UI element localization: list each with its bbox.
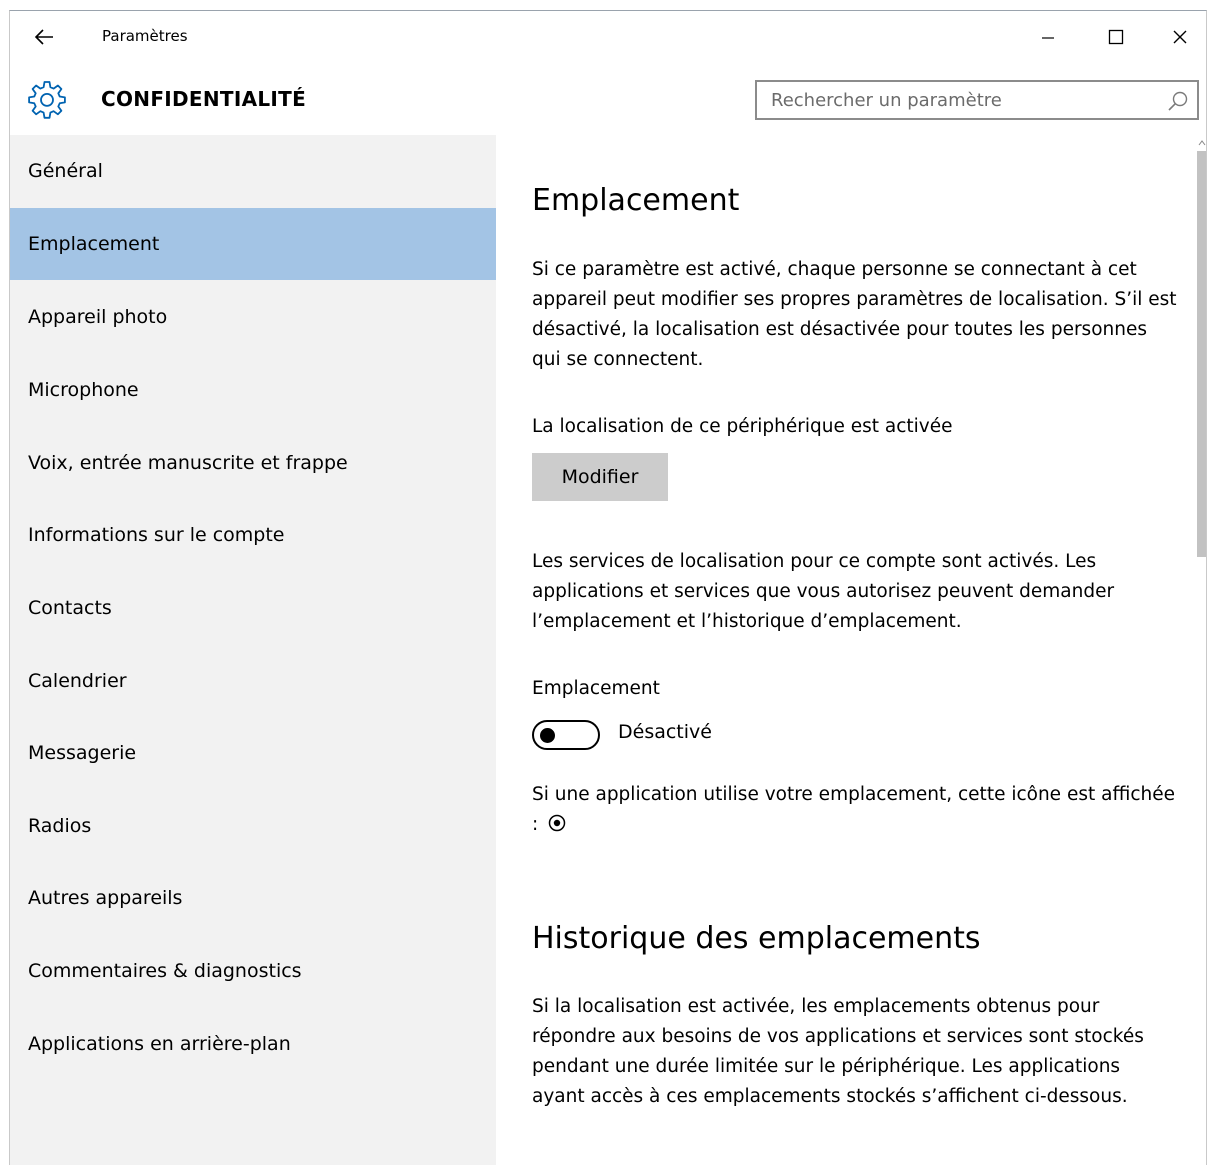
vertical-scrollbar[interactable] xyxy=(1196,135,1206,1165)
search-icon[interactable] xyxy=(1167,90,1189,112)
sidebar-item-radios[interactable]: Radios xyxy=(10,790,496,862)
sidebar-item-label: Informations sur le compte xyxy=(28,524,285,546)
gear-icon xyxy=(28,81,66,119)
sidebar-item-label: Autres appareils xyxy=(28,887,183,909)
scroll-up-arrow-icon[interactable] xyxy=(1198,139,1206,147)
search-placeholder: Rechercher un paramètre xyxy=(771,90,1002,111)
sidebar-item-general[interactable]: Général xyxy=(10,135,496,207)
sidebar-item-calendrier[interactable]: Calendrier xyxy=(10,645,496,717)
sidebar-item-emplacement[interactable]: Emplacement xyxy=(10,208,496,280)
sidebar-item-label: Commentaires & diagnostics xyxy=(28,960,302,982)
close-button[interactable] xyxy=(1157,19,1203,55)
sidebar-item-label: Appareil photo xyxy=(28,306,168,328)
sidebar-item-informations-compte[interactable]: Informations sur le compte xyxy=(10,499,496,571)
app-title: Paramètres xyxy=(102,27,188,45)
sidebar-item-label: Voix, entrée manuscrite et frappe xyxy=(28,452,348,474)
sidebar-item-voix[interactable]: Voix, entrée manuscrite et frappe xyxy=(10,427,496,499)
sidebar-item-autres-appareils[interactable]: Autres appareils xyxy=(10,862,496,934)
section-title-historique: Historique des emplacements xyxy=(532,921,981,956)
device-location-status: La localisation de ce périphérique est a… xyxy=(532,416,953,437)
settings-window: Paramètres CONFIDENTIALITÉ Rechercher un… xyxy=(9,10,1207,1165)
close-icon xyxy=(1173,30,1187,44)
back-arrow-icon xyxy=(34,29,53,45)
minimize-button[interactable] xyxy=(1025,19,1071,55)
sidebar-item-applications-arriere-plan[interactable]: Applications en arrière-plan xyxy=(10,1008,496,1080)
location-toggle-title: Emplacement xyxy=(532,678,660,699)
page-header: CONFIDENTIALITÉ Rechercher un paramètre xyxy=(10,63,1206,135)
search-input[interactable]: Rechercher un paramètre xyxy=(755,80,1199,120)
title-bar: Paramètres xyxy=(10,11,1206,63)
sidebar-item-label: Applications en arrière-plan xyxy=(28,1033,291,1055)
history-description: Si la localisation est activée, les empl… xyxy=(532,996,1144,1107)
section-description: Si ce paramètre est activé, chaque perso… xyxy=(532,259,1177,370)
scrollbar-thumb[interactable] xyxy=(1197,151,1206,557)
sidebar-item-microphone[interactable]: Microphone xyxy=(10,354,496,426)
maximize-button[interactable] xyxy=(1093,19,1139,55)
location-icon-note: Si une application utilise votre emplace… xyxy=(532,780,1177,840)
sidebar-item-label: Messagerie xyxy=(28,742,137,764)
location-indicator-icon xyxy=(548,814,566,832)
account-location-description: Les services de localisation pour ce com… xyxy=(532,551,1115,632)
sidebar-nav: Général Emplacement Appareil photo Micro… xyxy=(10,135,496,1165)
location-toggle[interactable] xyxy=(532,720,600,750)
modify-button[interactable]: Modifier xyxy=(532,453,668,501)
sidebar-item-appareil-photo[interactable]: Appareil photo xyxy=(10,281,496,353)
sidebar-item-label: Calendrier xyxy=(28,670,127,692)
icon-note-text: Si une application utilise votre emplace… xyxy=(532,784,1175,835)
sidebar-item-label: Emplacement xyxy=(28,233,160,255)
sidebar-item-messagerie[interactable]: Messagerie xyxy=(10,717,496,789)
sidebar-item-label: Général xyxy=(28,160,103,182)
sidebar-item-label: Contacts xyxy=(28,597,112,619)
page-title: CONFIDENTIALITÉ xyxy=(101,87,307,111)
back-button[interactable] xyxy=(22,21,66,53)
sidebar-item-label: Radios xyxy=(28,815,92,837)
maximize-icon xyxy=(1108,29,1124,45)
section-title-emplacement: Emplacement xyxy=(532,183,740,218)
toggle-knob xyxy=(540,728,555,743)
sidebar-item-contacts[interactable]: Contacts xyxy=(10,572,496,644)
minimize-icon xyxy=(1042,37,1054,39)
sidebar-item-commentaires[interactable]: Commentaires & diagnostics xyxy=(10,935,496,1007)
sidebar-item-label: Microphone xyxy=(28,379,139,401)
toggle-state-label: Désactivé xyxy=(618,721,712,743)
content-pane: Emplacement Si ce paramètre est activé, … xyxy=(496,135,1206,1165)
